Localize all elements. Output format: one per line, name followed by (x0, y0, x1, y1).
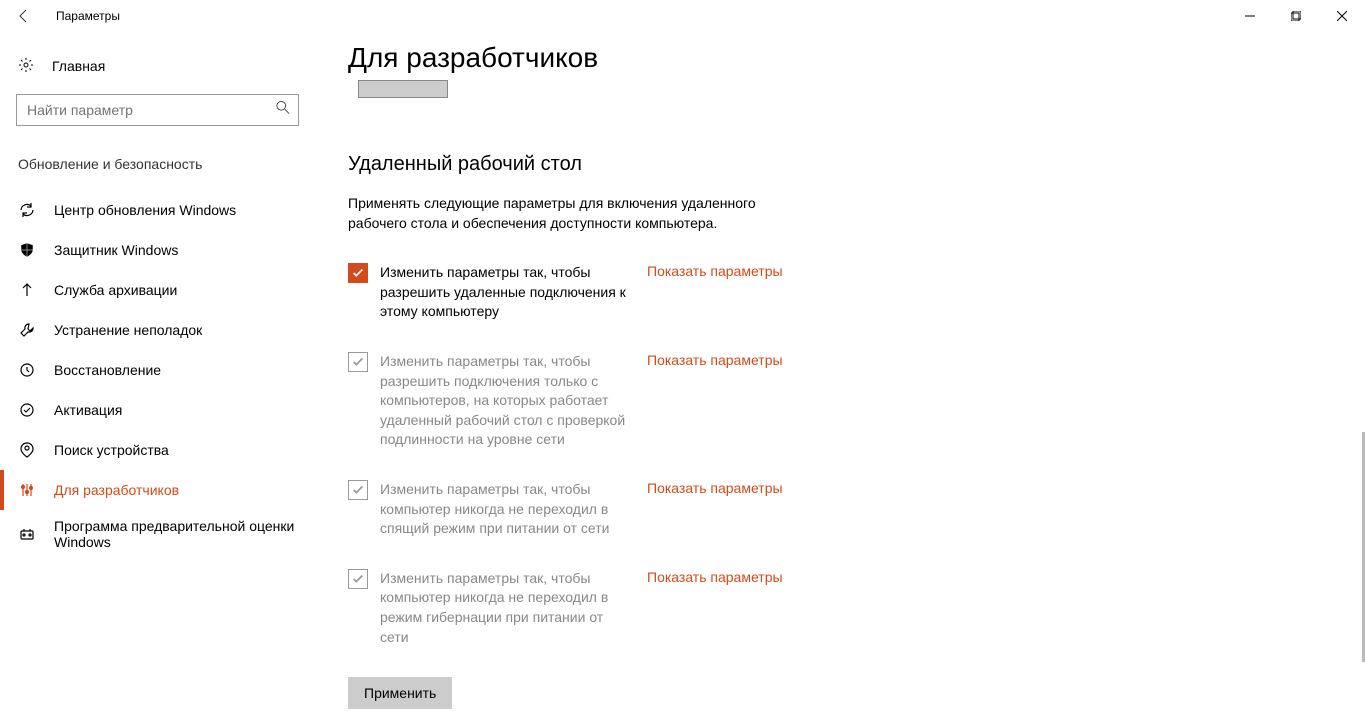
show-settings-link[interactable]: Показать параметры (647, 352, 783, 368)
maximize-button[interactable] (1273, 0, 1319, 32)
page-title: Для разработчиков (348, 42, 1325, 74)
show-settings-link[interactable]: Показать параметры (647, 569, 783, 585)
sidebar-item-label: Поиск устройства (54, 442, 169, 458)
sidebar: Главная Обновление и безопасность Центр … (0, 32, 320, 728)
checkbox-no-sleep (348, 480, 368, 500)
sidebar-category: Обновление и безопасность (16, 156, 304, 172)
sidebar-item-recovery[interactable]: Восстановление (16, 350, 304, 390)
sidebar-item-backup[interactable]: Служба архивации (16, 270, 304, 310)
scrollbar[interactable] (1359, 32, 1365, 728)
backup-icon (18, 282, 36, 298)
sidebar-item-find-device[interactable]: Поиск устройства (16, 430, 304, 470)
insider-icon (18, 526, 36, 542)
titlebar: Параметры (0, 0, 1365, 32)
option-row: Изменить параметры так, чтобы компьютер … (348, 480, 1148, 539)
update-icon (18, 202, 36, 218)
search-input[interactable] (16, 94, 299, 126)
checkbox-nla (348, 352, 368, 372)
option-row: Изменить параметры так, чтобы компьютер … (348, 569, 1148, 647)
main-content: Для разработчиков Применить Удаленный ра… (320, 32, 1365, 728)
activation-icon (18, 402, 36, 418)
recovery-icon (18, 362, 36, 378)
sidebar-item-label: Для разработчиков (54, 482, 179, 498)
sidebar-item-label: Служба архивации (54, 282, 177, 298)
sidebar-item-windows-update[interactable]: Центр обновления Windows (16, 190, 304, 230)
sidebar-home-label: Главная (52, 58, 105, 74)
apply-button[interactable]: Применить (348, 677, 452, 709)
search-icon (276, 101, 290, 120)
back-button[interactable] (12, 4, 36, 28)
checkbox-no-hibernate (348, 569, 368, 589)
sidebar-item-insider[interactable]: Программа предварительной оценки Windows (16, 510, 304, 558)
find-device-icon (18, 442, 36, 458)
sidebar-nav: Центр обновления Windows Защитник Window… (16, 190, 304, 558)
window-controls (1227, 0, 1365, 32)
wrench-icon (18, 322, 36, 338)
sidebar-item-developers[interactable]: Для разработчиков (16, 470, 304, 510)
sidebar-item-label: Устранение неполадок (54, 322, 202, 338)
option-label: Изменить параметры так, чтобы компьютер … (380, 569, 635, 647)
option-label: Изменить параметры так, чтобы разрешить … (380, 352, 635, 450)
minimize-button[interactable] (1227, 0, 1273, 32)
close-button[interactable] (1319, 0, 1365, 32)
sidebar-item-activation[interactable]: Активация (16, 390, 304, 430)
option-label: Изменить параметры так, чтобы компьютер … (380, 480, 635, 539)
window-title: Параметры (56, 9, 120, 23)
show-settings-link[interactable]: Показать параметры (647, 480, 783, 496)
sidebar-item-label: Защитник Windows (54, 242, 178, 258)
gear-icon (18, 57, 34, 76)
sidebar-item-label: Восстановление (54, 362, 161, 378)
sidebar-item-defender[interactable]: Защитник Windows (16, 230, 304, 270)
show-settings-link[interactable]: Показать параметры (647, 263, 783, 279)
sidebar-item-label: Активация (54, 402, 122, 418)
checkbox-remote-connections[interactable] (348, 263, 368, 283)
cutoff-apply-button[interactable]: Применить (358, 80, 448, 98)
shield-icon (18, 242, 36, 258)
developers-icon (18, 482, 36, 498)
search-box[interactable] (16, 94, 304, 126)
sidebar-home[interactable]: Главная (16, 46, 304, 86)
option-label: Изменить параметры так, чтобы разрешить … (380, 263, 635, 322)
option-row: Изменить параметры так, чтобы разрешить … (348, 263, 1148, 322)
sidebar-item-troubleshoot[interactable]: Устранение неполадок (16, 310, 304, 350)
section-title: Удаленный рабочий стол (348, 153, 1325, 176)
section-description: Применять следующие параметры для включе… (348, 194, 788, 233)
sidebar-item-label: Программа предварительной оценки Windows (54, 518, 302, 550)
option-row: Изменить параметры так, чтобы разрешить … (348, 352, 1148, 450)
sidebar-item-label: Центр обновления Windows (54, 202, 236, 218)
